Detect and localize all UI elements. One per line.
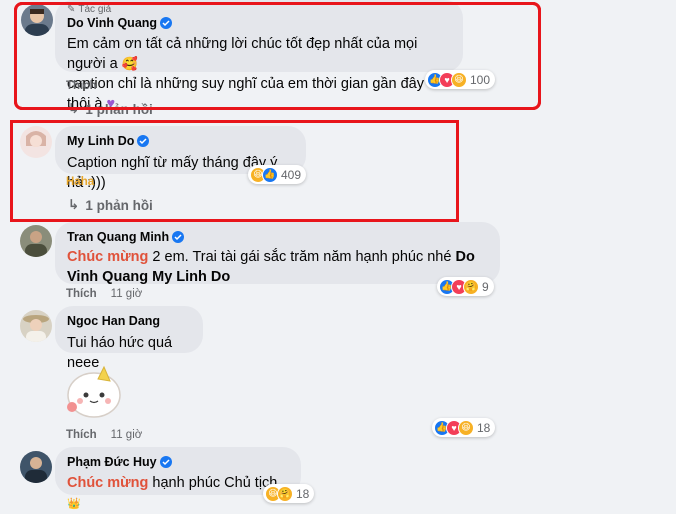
reaction-summary[interactable]: 👍 ♥ 🤗 9 — [437, 277, 494, 296]
reaction-summary[interactable]: 👍 ♥ 😆 18 — [432, 418, 496, 437]
highlight-box — [10, 120, 459, 222]
commenter-name[interactable]: Ngoc Han Dang — [67, 313, 160, 329]
congrats-text: Chúc mừng — [67, 249, 149, 265]
comment-time[interactable]: 11 giờ — [111, 429, 143, 441]
comment-actions: Thích 11 giờ — [66, 429, 142, 441]
avatar[interactable] — [20, 225, 52, 257]
commenter-name[interactable]: Phạm Đức Huy — [67, 454, 157, 470]
avatar[interactable] — [20, 451, 52, 483]
emoji-icon: 👑 — [67, 498, 81, 510]
avatar[interactable] — [20, 310, 52, 342]
comment-bubble: Tran Quang Minh Chúc mừng 2 em. Trai tài… — [55, 222, 500, 285]
like-button[interactable]: Thích — [66, 429, 97, 441]
comment-actions: Thích 11 giờ — [66, 288, 142, 300]
verified-icon — [159, 456, 172, 468]
comment-time[interactable]: 11 giờ — [111, 288, 143, 300]
sticker-image — [60, 355, 128, 423]
reaction-count: 18 — [477, 420, 491, 435]
comment-bubble: Ngoc Han Dang Tui háo hức quá neee — [55, 306, 203, 371]
haha-reaction-icon: 😆 — [458, 419, 474, 436]
care-reaction-icon: 🤗 — [463, 278, 479, 295]
highlight-box — [14, 2, 541, 110]
panel-divider — [541, 0, 542, 499]
reaction-count: 9 — [482, 279, 489, 294]
comment-thread: ✎ Tác giả Do Vinh Quang Em cảm ơn tất cả… — [0, 0, 676, 510]
commenter-name[interactable]: Tran Quang Minh — [67, 229, 169, 245]
comment-text: 2 em. Trai tài gái sắc trăm năm hạnh phú… — [148, 249, 456, 265]
verified-icon — [172, 231, 185, 243]
care-reaction-icon: 🤗 — [277, 485, 293, 502]
reaction-summary[interactable]: 😆 🤗 18 — [263, 484, 315, 503]
congrats-text: Chúc mừng — [67, 475, 149, 491]
like-button[interactable]: Thích — [66, 288, 97, 300]
reaction-count: 18 — [296, 486, 310, 501]
comment-text: hạnh phúc Chủ tịch — [148, 475, 278, 491]
